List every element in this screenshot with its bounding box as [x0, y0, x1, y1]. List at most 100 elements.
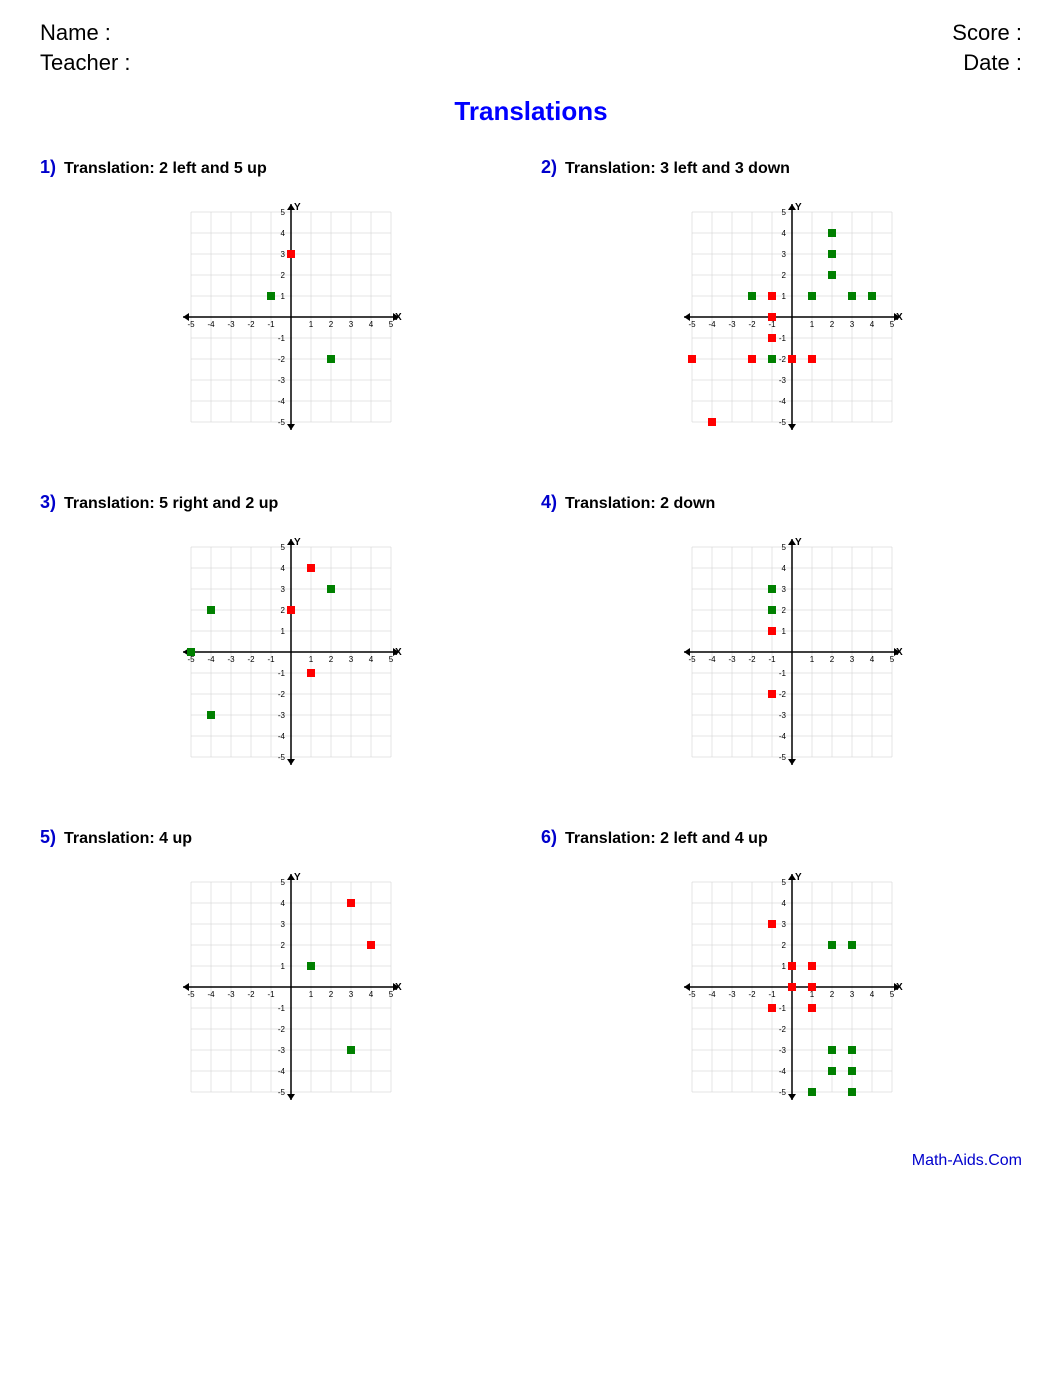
svg-text:Y: Y [294, 202, 301, 213]
svg-text:-5: -5 [688, 990, 696, 999]
svg-text:3: 3 [849, 990, 854, 999]
graph-2: -5-4-3-2-112345-5-4-3-2-112345YX [642, 192, 922, 452]
svg-text:5: 5 [781, 878, 786, 887]
svg-text:-4: -4 [778, 1067, 786, 1076]
svg-text:-1: -1 [778, 669, 786, 678]
svg-text:-2: -2 [247, 320, 255, 329]
svg-text:3: 3 [280, 585, 285, 594]
problems-grid: 1) Translation: 2 left and 5 up -5 -4 -3 -2 -1… [40, 157, 1022, 1122]
problem-number-3: 3) [40, 492, 56, 513]
svg-text:2: 2 [280, 941, 285, 950]
graph-5: -5-4-3-2-112345-5-4-3-2-112345YX [141, 862, 421, 1122]
problem-6: 6)Translation: 2 left and 4 up-5-4-3-2-1… [541, 827, 1022, 1122]
svg-text:5: 5 [388, 990, 393, 999]
problem-desc-2: Translation: 3 left and 3 down [565, 160, 790, 178]
svg-text:-2: -2 [247, 655, 255, 664]
svg-text:-3: -3 [277, 376, 285, 385]
svg-text:5: 5 [280, 208, 285, 217]
problem-number-4: 4) [541, 492, 557, 513]
svg-text:-1: -1 [768, 990, 776, 999]
problem-number-1: 1) [40, 157, 56, 178]
svg-text:-3: -3 [728, 320, 736, 329]
graph-3: -5-4-3-2-112345-5-4-3-2-112345YX [141, 527, 421, 787]
svg-text:-3: -3 [778, 376, 786, 385]
problem-desc-1: Translation: 2 left and 5 up [64, 160, 267, 178]
svg-text:2: 2 [280, 271, 285, 280]
problem-desc-5: Translation: 4 up [64, 830, 192, 848]
svg-text:-3: -3 [227, 655, 235, 664]
svg-text:X: X [395, 647, 402, 658]
svg-text:-2: -2 [748, 320, 756, 329]
svg-text:1: 1 [308, 320, 313, 329]
svg-text:X: X [395, 982, 402, 993]
date-label: Date : [963, 50, 1022, 76]
svg-text:-4: -4 [277, 732, 285, 741]
svg-text:X: X [896, 647, 903, 658]
svg-text:Y: Y [795, 537, 802, 548]
svg-text:-2: -2 [277, 355, 285, 364]
svg-text:-4: -4 [277, 1067, 285, 1076]
svg-text:1: 1 [781, 292, 786, 301]
svg-text:3: 3 [781, 585, 786, 594]
svg-text:-4: -4 [778, 732, 786, 741]
svg-text:-3: -3 [728, 990, 736, 999]
svg-text:-3: -3 [227, 320, 235, 329]
svg-text:Y: Y [294, 537, 301, 548]
svg-text:-3: -3 [277, 1046, 285, 1055]
problem-3: 3)Translation: 5 right and 2 up-5-4-3-2-… [40, 492, 521, 787]
svg-text:-3: -3 [778, 711, 786, 720]
svg-text:1: 1 [280, 292, 285, 301]
svg-text:-5: -5 [277, 1088, 285, 1097]
svg-text:-5: -5 [277, 753, 285, 762]
svg-text:4: 4 [781, 229, 786, 238]
svg-text:5: 5 [781, 208, 786, 217]
svg-text:5: 5 [889, 990, 894, 999]
svg-text:1: 1 [781, 962, 786, 971]
svg-text:3: 3 [849, 655, 854, 664]
svg-text:2: 2 [829, 320, 834, 329]
svg-text:-5: -5 [187, 655, 195, 664]
svg-text:5: 5 [889, 320, 894, 329]
problem-number-2: 2) [541, 157, 557, 178]
problem-number-6: 6) [541, 827, 557, 848]
svg-text:X: X [896, 982, 903, 993]
graph-6: -5-4-3-2-112345-5-4-3-2-112345YX [642, 862, 922, 1122]
problem-1: 1)Translation: 2 left and 5 up-5-4-3-2-1… [40, 157, 521, 452]
svg-text:-1: -1 [277, 334, 285, 343]
svg-text:2: 2 [328, 320, 333, 329]
svg-text:-1: -1 [778, 1004, 786, 1013]
score-label: Score : [952, 20, 1022, 46]
svg-text:2: 2 [781, 271, 786, 280]
svg-text:2: 2 [829, 655, 834, 664]
svg-text:4: 4 [869, 990, 874, 999]
svg-text:-3: -3 [227, 990, 235, 999]
name-label: Name : [40, 20, 111, 46]
svg-text:3: 3 [348, 320, 353, 329]
svg-text:-4: -4 [207, 320, 215, 329]
svg-text:5: 5 [388, 320, 393, 329]
svg-text:-2: -2 [247, 990, 255, 999]
svg-text:-4: -4 [708, 320, 716, 329]
svg-text:-2: -2 [778, 355, 786, 364]
svg-text:4: 4 [280, 899, 285, 908]
svg-text:3: 3 [280, 920, 285, 929]
svg-text:X: X [395, 312, 402, 323]
problem-4: 4)Translation: 2 down-5-4-3-2-112345-5-4… [541, 492, 1022, 787]
svg-text:3: 3 [781, 250, 786, 259]
svg-text:4: 4 [368, 655, 373, 664]
svg-text:1: 1 [308, 990, 313, 999]
svg-text:-4: -4 [207, 990, 215, 999]
svg-text:-5: -5 [778, 418, 786, 427]
svg-text:1: 1 [781, 627, 786, 636]
svg-text:Y: Y [294, 872, 301, 883]
svg-text:-2: -2 [748, 655, 756, 664]
svg-text:4: 4 [869, 320, 874, 329]
svg-text:-1: -1 [267, 655, 275, 664]
svg-text:-4: -4 [277, 397, 285, 406]
svg-text:5: 5 [280, 543, 285, 552]
problem-desc-4: Translation: 2 down [565, 495, 715, 513]
svg-text:X: X [896, 312, 903, 323]
svg-text:-3: -3 [778, 1046, 786, 1055]
svg-text:2: 2 [280, 606, 285, 615]
svg-text:3: 3 [348, 990, 353, 999]
